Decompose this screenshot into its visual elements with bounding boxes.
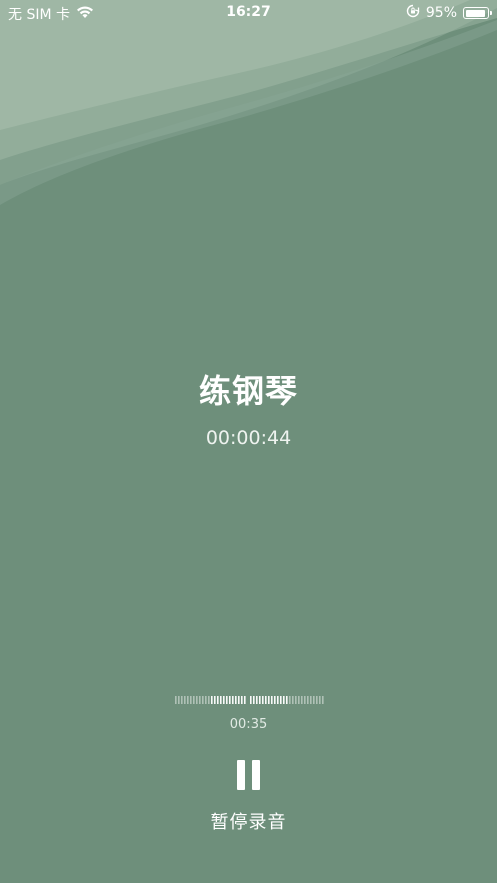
waveform-bar <box>286 696 288 704</box>
pause-recording-label[interactable]: 暂停录音 <box>0 808 497 834</box>
waveform-bar <box>220 696 222 704</box>
waveform-bar <box>205 696 207 704</box>
waveform-bar <box>241 696 243 704</box>
waveform-bar <box>277 696 279 704</box>
waveform-bar <box>226 696 228 704</box>
waveform-bar <box>196 696 198 704</box>
waveform-bar <box>283 696 285 704</box>
waveform-bar <box>235 696 237 704</box>
waveform-bar <box>259 696 261 704</box>
waveform-bar <box>322 696 324 704</box>
waveform-bar <box>232 696 234 704</box>
waveform-bar <box>274 696 276 704</box>
waveform-bar <box>271 696 273 704</box>
waveform-bar <box>238 696 240 704</box>
waveform-bar <box>298 696 300 704</box>
background-wave-decoration <box>0 0 497 205</box>
orientation-lock-icon <box>406 4 420 22</box>
battery-fill <box>465 9 485 17</box>
waveform-bar <box>313 696 315 704</box>
waveform-bar <box>223 696 225 704</box>
waveform-bar <box>214 696 216 704</box>
waveform-bar <box>208 696 210 704</box>
waveform-bar <box>193 696 195 704</box>
waveform-bar <box>244 696 246 704</box>
battery-percent: 95% <box>425 5 457 21</box>
waveform-bar <box>292 696 294 704</box>
waveform-bar <box>307 696 309 704</box>
waveform-bar <box>178 696 180 704</box>
elapsed-timer: 00:00:44 <box>205 427 292 449</box>
waveform-bar <box>256 696 258 704</box>
waveform-bar <box>181 696 183 704</box>
waveform-bar <box>301 696 303 704</box>
waveform-bar <box>199 696 201 704</box>
waveform-bar <box>217 696 219 704</box>
status-bar: 无 SIM 卡 16:27 95% <box>0 0 497 26</box>
waveform-bar <box>250 696 252 704</box>
waveform-bar <box>175 696 177 704</box>
waveform-bar <box>304 696 306 704</box>
waveform-bar <box>253 696 255 704</box>
waveform-bar <box>319 696 321 704</box>
waveform-bar <box>229 696 231 704</box>
waveform-bar <box>184 696 186 704</box>
waveform-bar <box>187 696 189 704</box>
audio-waveform <box>175 696 324 704</box>
waveform-bar <box>310 696 312 704</box>
waveform-bar <box>202 696 204 704</box>
waveform-bar <box>295 696 297 704</box>
waveform-bar <box>211 696 213 704</box>
recording-title: 练钢琴 <box>198 372 298 410</box>
status-right: 95% <box>406 4 492 22</box>
pause-icon-bar-left <box>237 760 245 790</box>
battery-icon <box>463 7 492 19</box>
waveform-bar <box>268 696 270 704</box>
pause-icon-bar-right <box>252 760 260 790</box>
waveform-bar <box>289 696 291 704</box>
waveform-bar <box>262 696 264 704</box>
waveform-bar <box>265 696 267 704</box>
pause-button[interactable] <box>223 752 273 798</box>
waveform-bar <box>190 696 192 704</box>
waveform-progress-time: 00:35 <box>229 717 268 732</box>
waveform-bar <box>280 696 282 704</box>
waveform-bar <box>316 696 318 704</box>
battery-cap <box>490 11 492 15</box>
